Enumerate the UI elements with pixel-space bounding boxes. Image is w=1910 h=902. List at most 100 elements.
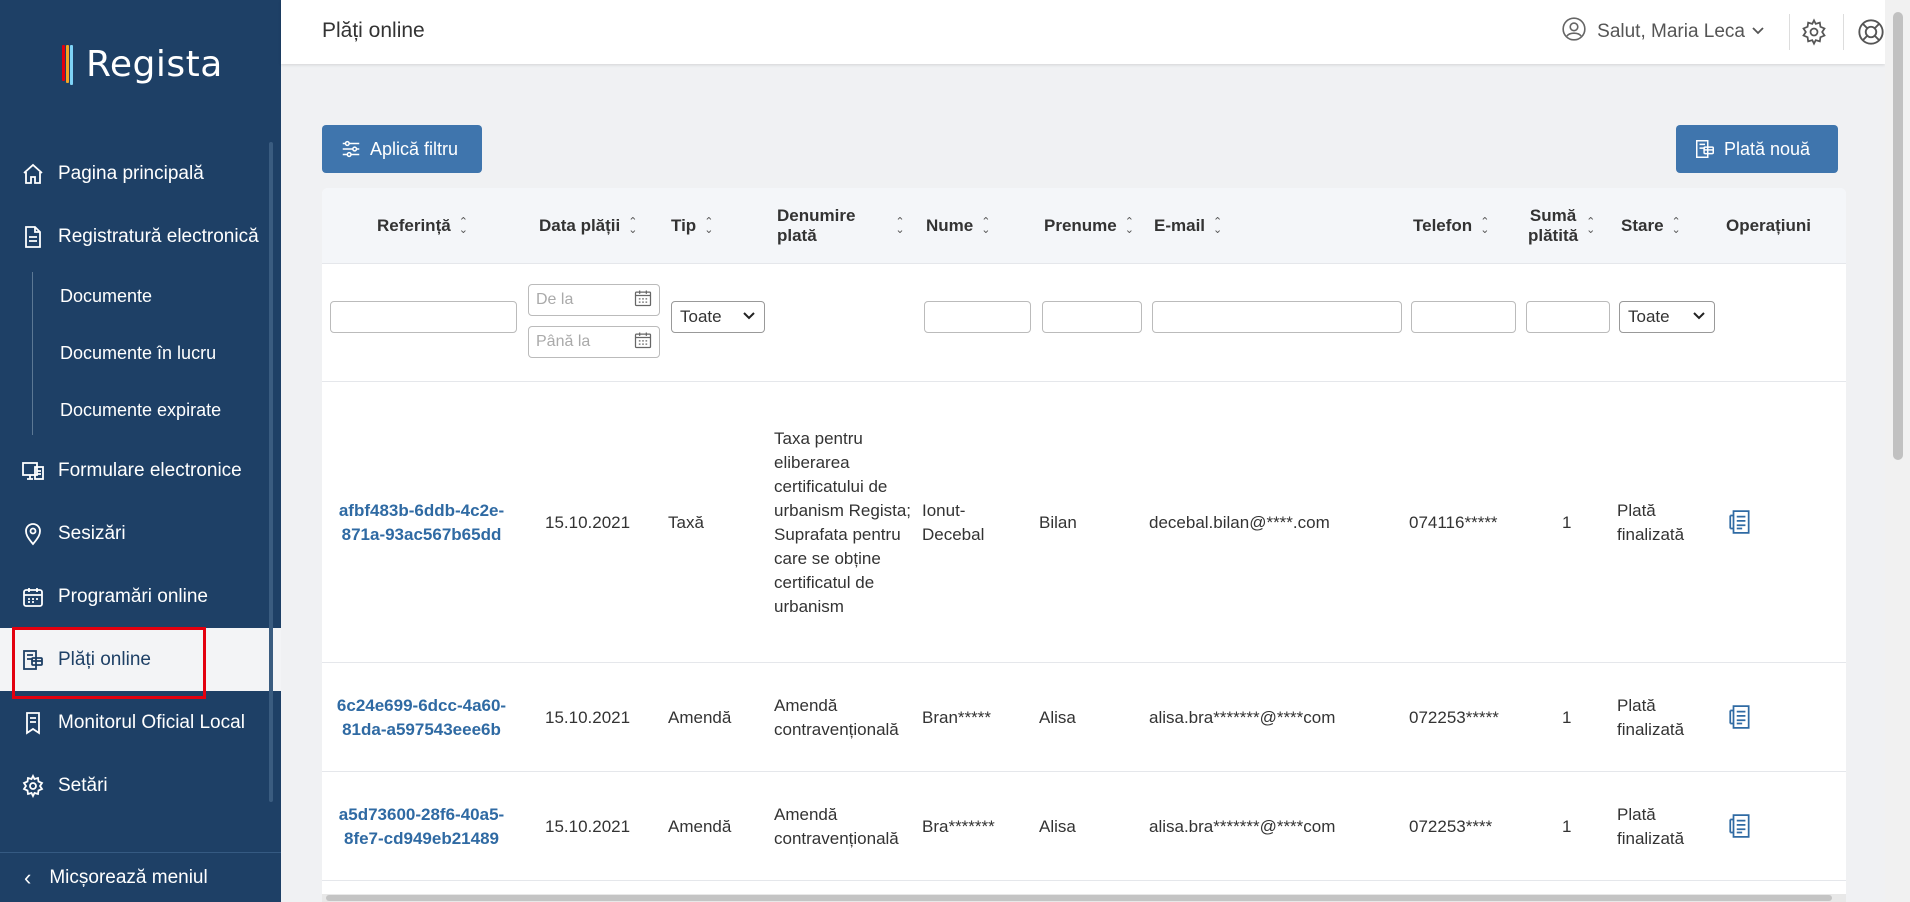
chevron-down-icon xyxy=(1692,307,1706,327)
column-header-label: Operațiuni xyxy=(1726,216,1812,235)
view-receipt-icon[interactable] xyxy=(1727,704,1753,730)
sidebar-item-programari[interactable]: Programări online xyxy=(0,565,281,628)
sidebar-item-formulare[interactable]: Formulare electronice xyxy=(0,439,281,502)
ref-filter-input[interactable] xyxy=(330,301,517,333)
amount-paid: 1 xyxy=(1562,816,1572,836)
user-greeting: Salut, Maria Leca xyxy=(1597,21,1745,42)
sidebar-item-plati[interactable]: Plăți online xyxy=(0,628,281,691)
top-bar: Plăți online Salut, Maria Leca xyxy=(281,0,1885,64)
user-menu[interactable]: Salut, Maria Leca xyxy=(1561,16,1765,48)
apply-filter-button[interactable]: Aplică filtru xyxy=(322,125,482,173)
column-header-email[interactable]: E-mail ⌃ ⌄ xyxy=(1154,188,1222,264)
sidebar-item-registratura[interactable]: Registratură electronică xyxy=(0,205,281,268)
sidebar-item-home[interactable]: Pagina principală xyxy=(0,142,281,205)
help-lifebuoy-icon[interactable] xyxy=(1857,18,1885,46)
sidebar: Regista Pagina principală Registratură e… xyxy=(0,0,281,902)
sidebar-scrollbar[interactable] xyxy=(269,142,273,802)
column-header-type[interactable]: Tip ⌃ ⌄ xyxy=(671,188,713,264)
payment-reference-link[interactable]: 6c24e699-6dcc-4a60-81da-a597543eee6b xyxy=(334,663,509,772)
calendar-icon[interactable] xyxy=(633,330,653,355)
payment-icon xyxy=(20,647,46,673)
sort-icon: ⌃ ⌄ xyxy=(895,216,905,236)
amount-paid: 1 xyxy=(1562,707,1572,727)
sort-icon: ⌃ ⌄ xyxy=(628,216,638,236)
column-header-label: Stare xyxy=(1621,216,1664,235)
column-header-last-name[interactable]: Nume ⌃ ⌄ xyxy=(926,188,990,264)
column-header-first-name[interactable]: Prenume ⌃ ⌄ xyxy=(1044,188,1134,264)
sidebar-item-sesizari[interactable]: Sesizări xyxy=(0,502,281,565)
document-icon xyxy=(20,224,46,250)
sort-icon: ⌃ ⌄ xyxy=(1671,216,1681,236)
filter-row: De la Până la Toate Toate xyxy=(322,264,1846,382)
horizontal-scrollbar[interactable] xyxy=(322,894,1846,902)
phone-filter-input[interactable] xyxy=(1411,301,1516,333)
payment-name: Taxa pentru eliberarea certificatului de… xyxy=(774,428,912,616)
email-filter-input[interactable] xyxy=(1152,301,1402,333)
sort-icon: ⌃ ⌄ xyxy=(704,216,714,236)
collapse-menu-label: Micșorează meniul xyxy=(49,866,208,888)
date-to-input[interactable]: Până la xyxy=(528,326,660,358)
last-name-filter-input[interactable] xyxy=(924,301,1031,333)
column-header-date[interactable]: Data plății ⌃ ⌄ xyxy=(539,188,637,264)
status-select[interactable]: Toate xyxy=(1619,301,1715,333)
payment-status: Plată finalizată xyxy=(1617,500,1685,544)
date-from-input[interactable]: De la xyxy=(528,284,660,316)
sidebar-item-monitorul[interactable]: Monitorul Oficial Local xyxy=(0,691,281,754)
chevron-down-icon xyxy=(1751,21,1765,43)
column-header-ref[interactable]: Referință ⌃ ⌄ xyxy=(377,188,468,264)
new-payment-button[interactable]: Plată nouă xyxy=(1676,125,1838,173)
sidebar-subitem-documente-expirate[interactable]: Documente expirate xyxy=(0,382,281,439)
regista-logo[interactable]: Regista xyxy=(62,44,223,85)
payment-status: Plată finalizată xyxy=(1617,695,1685,739)
chevron-left-icon: ‹ xyxy=(24,864,32,890)
sidebar-item-label: Pagina principală xyxy=(58,162,204,184)
view-receipt-icon[interactable] xyxy=(1727,813,1753,839)
column-header-operations: Operațiuni xyxy=(1726,188,1811,264)
column-header-payment-name[interactable]: Denumire plată ⌃ ⌄ xyxy=(777,188,905,264)
location-pin-icon xyxy=(20,521,46,547)
column-header-label: Nume xyxy=(926,216,974,235)
sort-icon: ⌃ ⌄ xyxy=(1213,216,1223,236)
first-name-filter-input[interactable] xyxy=(1042,301,1142,333)
column-header-phone[interactable]: Telefon ⌃ ⌄ xyxy=(1413,188,1489,264)
email: alisa.bra*******@****com xyxy=(1149,816,1336,836)
sort-icon: ⌃ ⌄ xyxy=(981,216,991,236)
monitor-form-icon xyxy=(20,458,46,484)
sum-filter-input[interactable] xyxy=(1526,301,1610,333)
calendar-icon[interactable] xyxy=(633,288,653,313)
payment-reference-link[interactable]: afbf483b-6ddb-4c2e-871a-93ac567b65dd xyxy=(334,382,509,663)
page-title: Plăți online xyxy=(322,19,425,42)
collapse-menu-button[interactable]: ‹ Micșorează meniul xyxy=(0,852,281,902)
column-header-label: Referință xyxy=(377,216,451,235)
sidebar-item-label: Sesizări xyxy=(58,522,126,544)
first-name: Alisa xyxy=(1039,707,1076,727)
column-header-line: Sumă xyxy=(1529,206,1577,225)
official-doc-icon xyxy=(20,710,46,736)
sliders-icon xyxy=(342,140,360,158)
new-payment-label: Plată nouă xyxy=(1724,138,1811,159)
settings-gear-icon[interactable] xyxy=(1800,18,1828,46)
vertical-scrollbar[interactable] xyxy=(1885,0,1910,902)
date-from-placeholder: De la xyxy=(536,291,574,308)
table-row: afbf483b-6ddb-4c2e-871a-93ac567b65dd 15.… xyxy=(322,382,1846,663)
type-select[interactable]: Toate xyxy=(671,301,765,333)
payment-reference-link[interactable]: a5d73600-28f6-40a5-8fe7-cd949eb21489 xyxy=(334,772,509,881)
sidebar-item-label: Plăți online xyxy=(58,648,151,670)
sidebar-item-setari[interactable]: Setări xyxy=(0,754,281,817)
payment-name: Amendă contravențională xyxy=(774,695,899,739)
sort-icon: ⌃ ⌄ xyxy=(458,216,468,236)
email: alisa.bra*******@****com xyxy=(1149,707,1336,727)
scrollbar-thumb[interactable] xyxy=(326,895,1832,901)
scrollbar-thumb[interactable] xyxy=(1893,12,1903,460)
sort-icon: ⌃ ⌄ xyxy=(1124,216,1134,236)
last-name: Bra******* xyxy=(922,816,995,836)
column-header-status[interactable]: Stare ⌃ ⌄ xyxy=(1621,188,1681,264)
column-header-label: Tip xyxy=(671,216,697,235)
chevron-down-icon xyxy=(742,307,756,327)
column-header-line: plată xyxy=(777,226,817,245)
sidebar-subitem-documente[interactable]: Documente xyxy=(0,268,281,325)
column-header-sum[interactable]: Sumă plătită ⌃ ⌄ xyxy=(1528,188,1595,264)
sidebar-subitem-documente-in-lucru[interactable]: Documente în lucru xyxy=(0,325,281,382)
sidebar-nav: Pagina principală Registratură electroni… xyxy=(0,142,281,817)
view-receipt-icon[interactable] xyxy=(1727,509,1753,535)
